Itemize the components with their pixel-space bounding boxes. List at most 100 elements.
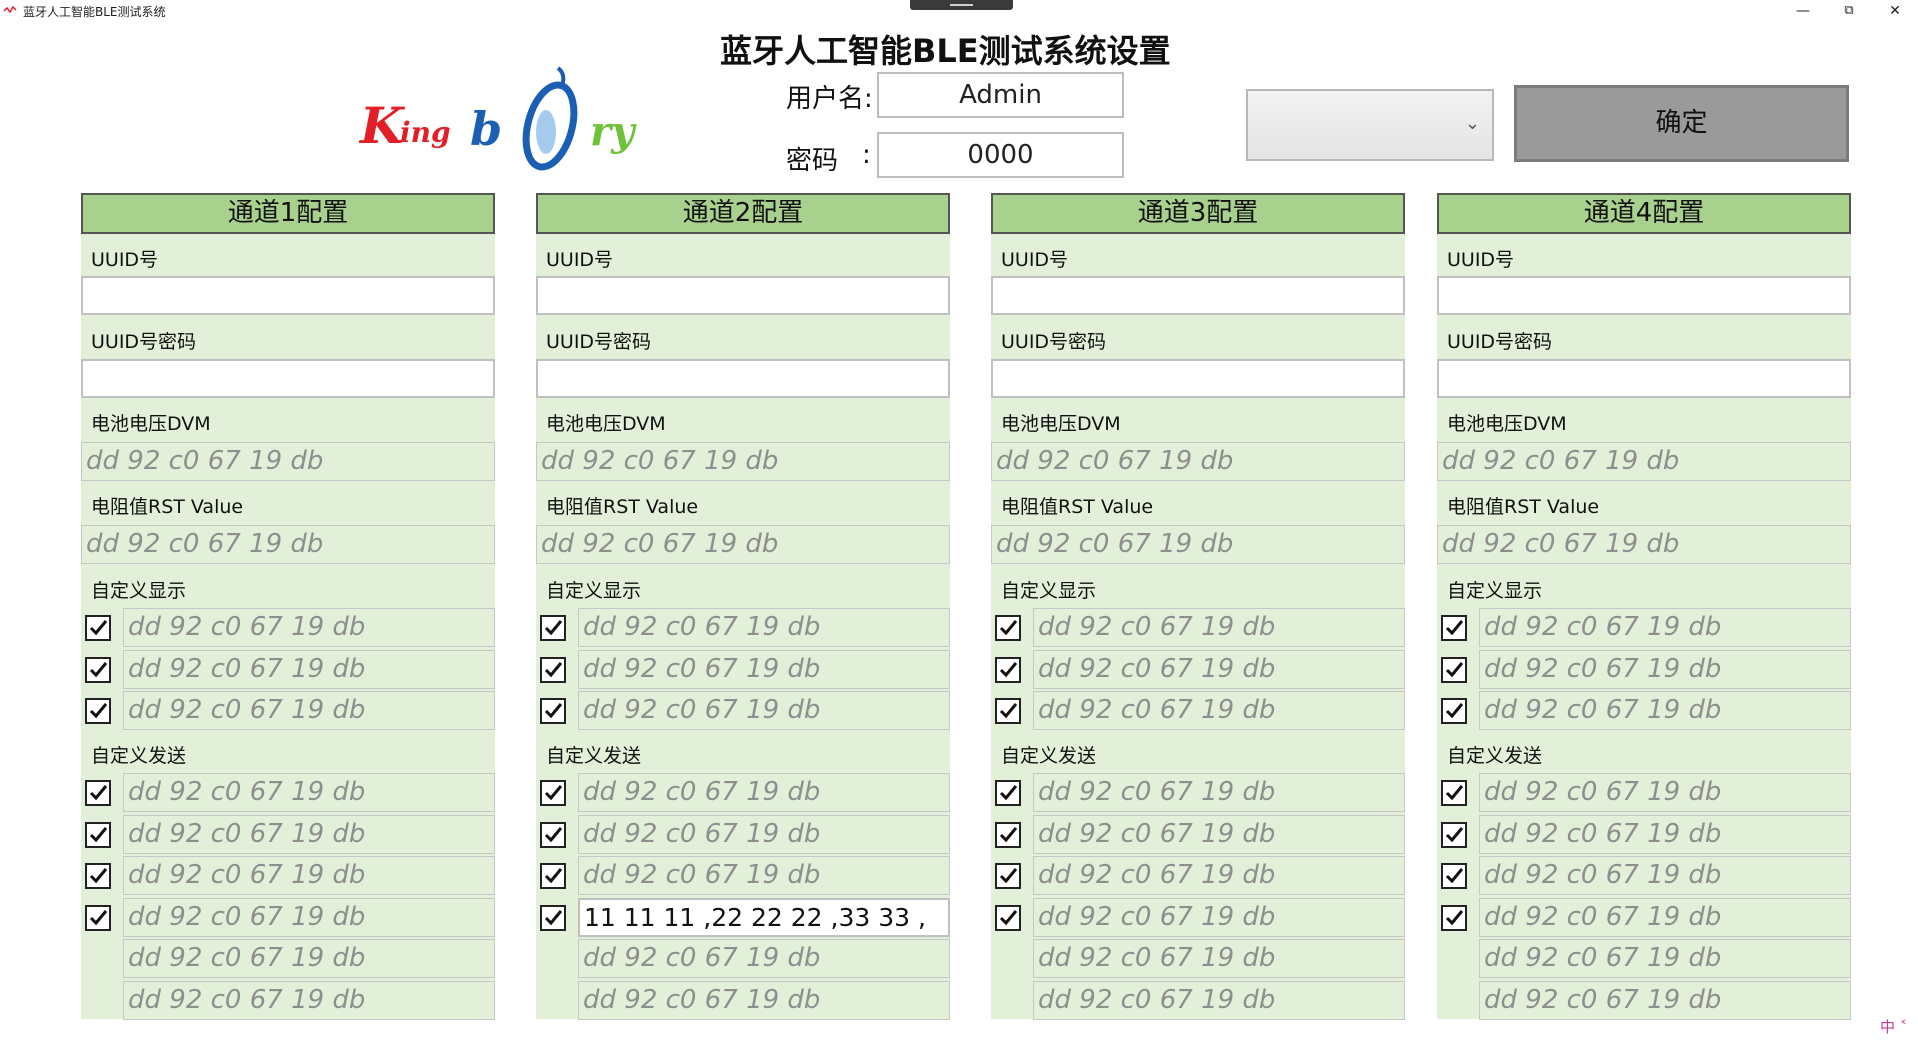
send-input-extra-1[interactable]: dd 92 c0 67 19 db <box>1033 939 1405 978</box>
send-input-extra-2[interactable]: dd 92 c0 67 19 db <box>578 981 950 1020</box>
display-input-2[interactable]: dd 92 c0 67 19 db <box>123 650 495 689</box>
send-input-2[interactable]: dd 92 c0 67 19 db <box>1479 815 1851 854</box>
battery-voltage-input[interactable]: dd 92 c0 67 19 db <box>1437 442 1851 481</box>
send-input-4[interactable]: dd 92 c0 67 19 db <box>123 898 495 937</box>
display-checkbox-2[interactable] <box>1441 657 1467 683</box>
uuid-password-input[interactable] <box>1437 359 1851 398</box>
send-input-extra-1[interactable]: dd 92 c0 67 19 db <box>123 939 495 978</box>
display-input-3[interactable]: dd 92 c0 67 19 db <box>1033 691 1405 730</box>
resistance-input[interactable]: dd 92 c0 67 19 db <box>536 525 950 564</box>
send-checkbox-4[interactable] <box>85 905 111 931</box>
send-input-extra-1[interactable]: dd 92 c0 67 19 db <box>1479 939 1851 978</box>
password-input[interactable]: 0000 <box>877 132 1124 178</box>
send-input-1[interactable]: dd 92 c0 67 19 db <box>578 773 950 812</box>
send-checkbox-1[interactable] <box>995 780 1021 806</box>
display-input-1[interactable]: dd 92 c0 67 19 db <box>1479 608 1851 647</box>
display-input-1[interactable]: dd 92 c0 67 19 db <box>578 608 950 647</box>
uuid-input[interactable] <box>536 276 950 315</box>
display-checkbox-3[interactable] <box>995 698 1021 724</box>
send-checkbox-1[interactable] <box>540 780 566 806</box>
confirm-button[interactable]: 确定 <box>1514 85 1849 162</box>
send-input-4[interactable]: dd 92 c0 67 19 db <box>1033 898 1405 937</box>
title-bar[interactable]: 蓝牙人工智能BLE测试系统 — ⧉ ✕ <box>0 0 1918 22</box>
battery-voltage-input[interactable]: dd 92 c0 67 19 db <box>991 442 1405 481</box>
display-checkbox-1[interactable] <box>1441 615 1467 641</box>
display-checkbox-1[interactable] <box>995 615 1021 641</box>
display-input-2[interactable]: dd 92 c0 67 19 db <box>1033 650 1405 689</box>
resistance-input[interactable]: dd 92 c0 67 19 db <box>81 525 495 564</box>
ime-indicator[interactable]: 中 ˂ <box>1880 1016 1907 1037</box>
send-input-3[interactable]: dd 92 c0 67 19 db <box>578 856 950 895</box>
drag-handle[interactable] <box>910 0 1013 10</box>
send-checkbox-3[interactable] <box>1441 863 1467 889</box>
send-checkbox-2[interactable] <box>85 822 111 848</box>
send-checkbox-3[interactable] <box>995 863 1021 889</box>
display-checkbox-2[interactable] <box>995 657 1021 683</box>
display-input-3[interactable]: dd 92 c0 67 19 db <box>123 691 495 730</box>
send-input-extra-1[interactable]: dd 92 c0 67 19 db <box>578 939 950 978</box>
panel-title: 通道3配置 <box>991 193 1405 234</box>
send-input-4[interactable]: 11 11 11 ,22 22 22 ,33 33 , <box>578 898 950 937</box>
device-select[interactable]: ⌄ <box>1246 89 1494 161</box>
resistance-input[interactable]: dd 92 c0 67 19 db <box>1437 525 1851 564</box>
resistance-label: 电阻值RST Value <box>91 496 244 518</box>
password-colon: : <box>862 140 871 170</box>
restore-button[interactable]: ⧉ <box>1826 0 1872 22</box>
display-input-3[interactable]: dd 92 c0 67 19 db <box>1479 691 1851 730</box>
battery-voltage-input[interactable]: dd 92 c0 67 19 db <box>81 442 495 481</box>
custom-send-label: 自定义发送 <box>1001 745 1097 767</box>
page-title: 蓝牙人工智能BLE测试系统设置 <box>720 32 1171 70</box>
send-input-3[interactable]: dd 92 c0 67 19 db <box>1033 856 1405 895</box>
display-input-2[interactable]: dd 92 c0 67 19 db <box>578 650 950 689</box>
uuid-password-input[interactable] <box>991 359 1405 398</box>
send-input-extra-2[interactable]: dd 92 c0 67 19 db <box>123 981 495 1020</box>
send-checkbox-1[interactable] <box>1441 780 1467 806</box>
uuid-input[interactable] <box>81 276 495 315</box>
display-input-2[interactable]: dd 92 c0 67 19 db <box>1479 650 1851 689</box>
send-checkbox-4[interactable] <box>1441 905 1467 931</box>
display-checkbox-2[interactable] <box>540 657 566 683</box>
minimize-button[interactable]: — <box>1780 0 1826 22</box>
send-checkbox-2[interactable] <box>540 822 566 848</box>
send-checkbox-2[interactable] <box>995 822 1021 848</box>
battery-voltage-input[interactable]: dd 92 c0 67 19 db <box>536 442 950 481</box>
send-checkbox-1[interactable] <box>85 780 111 806</box>
check-icon <box>1445 827 1464 843</box>
send-input-1[interactable]: dd 92 c0 67 19 db <box>1033 773 1405 812</box>
uuid-password-input[interactable] <box>536 359 950 398</box>
send-input-1[interactable]: dd 92 c0 67 19 db <box>123 773 495 812</box>
display-checkbox-3[interactable] <box>1441 698 1467 724</box>
send-checkbox-4[interactable] <box>995 905 1021 931</box>
username-input[interactable]: Admin <box>877 72 1124 118</box>
close-button[interactable]: ✕ <box>1872 0 1918 22</box>
send-input-3[interactable]: dd 92 c0 67 19 db <box>1479 856 1851 895</box>
send-input-3[interactable]: dd 92 c0 67 19 db <box>123 856 495 895</box>
send-input-2[interactable]: dd 92 c0 67 19 db <box>1033 815 1405 854</box>
send-input-extra-2[interactable]: dd 92 c0 67 19 db <box>1033 981 1405 1020</box>
check-icon <box>544 620 563 636</box>
display-checkbox-1[interactable] <box>540 615 566 641</box>
send-checkbox-4[interactable] <box>540 905 566 931</box>
send-checkbox-3[interactable] <box>540 863 566 889</box>
display-input-3[interactable]: dd 92 c0 67 19 db <box>578 691 950 730</box>
check-icon <box>544 662 563 678</box>
send-checkbox-3[interactable] <box>85 863 111 889</box>
display-checkbox-1[interactable] <box>85 615 111 641</box>
send-input-1[interactable]: dd 92 c0 67 19 db <box>1479 773 1851 812</box>
display-input-1[interactable]: dd 92 c0 67 19 db <box>1033 608 1405 647</box>
uuid-input[interactable] <box>991 276 1405 315</box>
send-input-2[interactable]: dd 92 c0 67 19 db <box>578 815 950 854</box>
display-checkbox-3[interactable] <box>540 698 566 724</box>
uuid-input[interactable] <box>1437 276 1851 315</box>
display-input-1[interactable]: dd 92 c0 67 19 db <box>123 608 495 647</box>
panel-title: 通道4配置 <box>1437 193 1851 234</box>
send-input-extra-2[interactable]: dd 92 c0 67 19 db <box>1479 981 1851 1020</box>
display-checkbox-3[interactable] <box>85 698 111 724</box>
display-checkbox-2[interactable] <box>85 657 111 683</box>
check-icon <box>999 868 1018 884</box>
uuid-password-input[interactable] <box>81 359 495 398</box>
send-checkbox-2[interactable] <box>1441 822 1467 848</box>
send-input-4[interactable]: dd 92 c0 67 19 db <box>1479 898 1851 937</box>
resistance-input[interactable]: dd 92 c0 67 19 db <box>991 525 1405 564</box>
send-input-2[interactable]: dd 92 c0 67 19 db <box>123 815 495 854</box>
